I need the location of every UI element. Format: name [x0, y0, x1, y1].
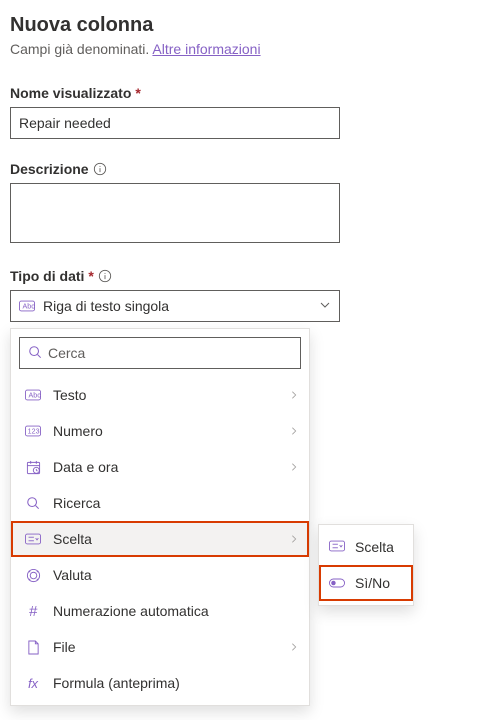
data-type-selected: Riga di testo singola — [43, 298, 311, 314]
svg-text:Abc: Abc — [29, 392, 41, 400]
item-label: Formula (anteprima) — [53, 675, 299, 691]
subtitle-text: Campi già denominati. — [10, 41, 152, 57]
data-type-label: Tipo di dati * — [10, 268, 491, 284]
display-name-input[interactable] — [10, 107, 340, 139]
menu-item-choice[interactable]: Scelta — [11, 521, 309, 557]
item-label: Ricerca — [53, 495, 299, 511]
fx-icon: fx — [25, 676, 41, 691]
calendar-icon — [25, 460, 41, 475]
menu-item-formula[interactable]: fx Formula (anteprima) — [11, 665, 309, 701]
svg-text:Abc: Abc — [23, 303, 35, 311]
submenu-item-choice[interactable]: Scelta — [319, 529, 413, 565]
field-description: Descrizione — [10, 161, 491, 246]
label-text: Tipo di dati — [10, 268, 84, 284]
svg-text:123: 123 — [28, 428, 40, 436]
choice-icon — [25, 533, 41, 545]
file-icon — [25, 640, 41, 655]
chevron-right-icon — [289, 639, 299, 655]
label-text: Nome visualizzato — [10, 85, 131, 101]
text-type-icon: Abc — [25, 389, 41, 401]
item-label: Testo — [53, 387, 277, 403]
info-icon[interactable] — [93, 162, 107, 176]
toggle-icon — [329, 575, 345, 591]
search-icon — [25, 496, 41, 510]
menu-item-file[interactable]: File — [11, 629, 309, 665]
menu-item-lookup[interactable]: Ricerca — [11, 485, 309, 521]
item-label: Scelta — [53, 531, 277, 547]
required-marker: * — [135, 85, 140, 101]
choice-submenu: Scelta Sì/No — [318, 524, 414, 606]
chevron-down-icon — [319, 298, 331, 314]
text-type-icon: Abc — [19, 300, 35, 312]
description-input[interactable] — [10, 183, 340, 243]
menu-item-currency[interactable]: Valuta — [11, 557, 309, 593]
item-label: Numero — [53, 423, 277, 439]
required-marker: * — [88, 268, 93, 284]
chevron-right-icon — [289, 387, 299, 403]
field-display-name: Nome visualizzato * — [10, 85, 491, 139]
description-label: Descrizione — [10, 161, 491, 177]
menu-item-text[interactable]: Abc Testo — [11, 377, 309, 413]
item-label: File — [53, 639, 277, 655]
chevron-right-icon — [289, 459, 299, 475]
item-label: Scelta — [355, 539, 394, 555]
menu-item-autonumber[interactable]: # Numerazione automatica — [11, 593, 309, 629]
label-text: Descrizione — [10, 161, 89, 177]
menu-item-number[interactable]: 123 Numero — [11, 413, 309, 449]
item-label: Valuta — [53, 567, 299, 583]
display-name-label: Nome visualizzato * — [10, 85, 491, 101]
data-type-dropdown[interactable]: Abc Riga di testo singola — [10, 290, 340, 322]
hash-icon: # — [25, 603, 41, 620]
search-icon — [28, 345, 42, 362]
choice-icon — [329, 539, 345, 555]
number-type-icon: 123 — [25, 425, 41, 437]
field-data-type: Tipo di dati * Abc Riga di testo singola — [10, 268, 491, 322]
menu-item-datetime[interactable]: Data e ora — [11, 449, 309, 485]
data-type-dropdown-panel: Abc Testo 123 Numero Data e ora Ricerca — [10, 328, 310, 706]
item-label: Sì/No — [355, 575, 390, 591]
chevron-right-icon — [289, 423, 299, 439]
currency-icon — [25, 568, 41, 583]
chevron-right-icon — [289, 531, 299, 547]
item-label: Data e ora — [53, 459, 277, 475]
panel-subtitle: Campi già denominati. Altre informazioni — [10, 41, 491, 57]
submenu-item-yesno[interactable]: Sì/No — [319, 565, 413, 601]
panel-title: Nuova colonna — [10, 14, 491, 37]
search-box[interactable] — [19, 337, 301, 369]
item-label: Numerazione automatica — [53, 603, 299, 619]
search-input[interactable] — [48, 345, 292, 361]
info-icon[interactable] — [98, 269, 112, 283]
learn-more-link[interactable]: Altre informazioni — [152, 41, 260, 57]
